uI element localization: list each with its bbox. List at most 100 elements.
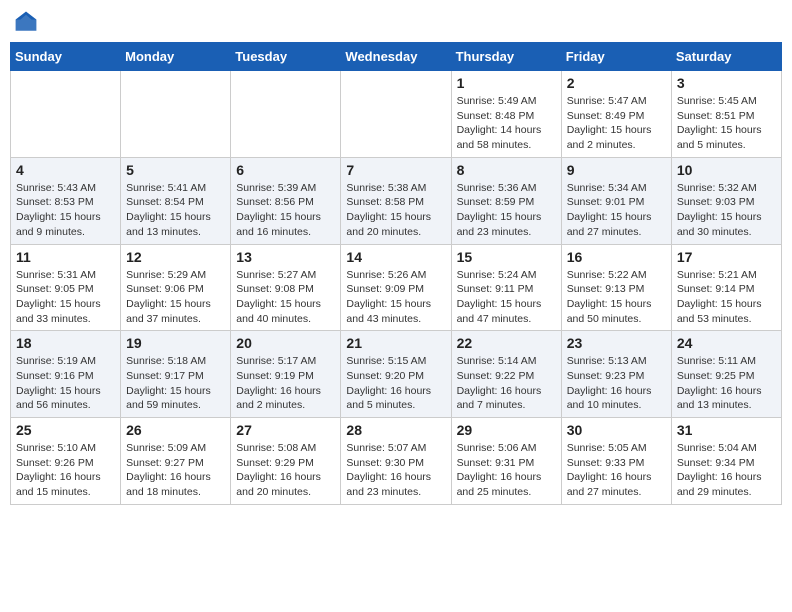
day-info: Sunrise: 5:39 AMSunset: 8:56 PMDaylight:… [236,181,335,240]
day-info: Sunrise: 5:29 AMSunset: 9:06 PMDaylight:… [126,268,225,327]
day-info: Sunrise: 5:21 AMSunset: 9:14 PMDaylight:… [677,268,776,327]
day-info: Sunrise: 5:15 AMSunset: 9:20 PMDaylight:… [346,354,445,413]
calendar-week-row: 1 Sunrise: 5:49 AMSunset: 8:48 PMDaylight… [11,71,782,158]
calendar-cell: 4 Sunrise: 5:43 AMSunset: 8:53 PMDaylight… [11,157,121,244]
calendar-cell: 18 Sunrise: 5:19 AMSunset: 9:16 PMDayligh… [11,331,121,418]
calendar-cell: 17 Sunrise: 5:21 AMSunset: 9:14 PMDayligh… [671,244,781,331]
calendar-cell: 8 Sunrise: 5:36 AMSunset: 8:59 PMDaylight… [451,157,561,244]
day-number: 30 [567,422,666,438]
day-info: Sunrise: 5:17 AMSunset: 9:19 PMDaylight:… [236,354,335,413]
day-number: 6 [236,162,335,178]
day-info: Sunrise: 5:09 AMSunset: 9:27 PMDaylight:… [126,441,225,500]
day-number: 12 [126,249,225,265]
day-number: 25 [16,422,115,438]
day-number: 1 [457,75,556,91]
calendar-cell: 14 Sunrise: 5:26 AMSunset: 9:09 PMDayligh… [341,244,451,331]
logo [14,10,46,34]
calendar-cell: 1 Sunrise: 5:49 AMSunset: 8:48 PMDaylight… [451,71,561,158]
day-info: Sunrise: 5:43 AMSunset: 8:53 PMDaylight:… [16,181,115,240]
day-number: 2 [567,75,666,91]
weekday-header: Friday [561,43,671,71]
day-number: 15 [457,249,556,265]
day-number: 18 [16,335,115,351]
calendar-cell: 15 Sunrise: 5:24 AMSunset: 9:11 PMDayligh… [451,244,561,331]
page-header [10,10,782,34]
day-info: Sunrise: 5:49 AMSunset: 8:48 PMDaylight:… [457,94,556,153]
calendar-cell: 2Sunrise: 5:47 AMSunset: 8:49 PMDaylight… [561,71,671,158]
day-info: Sunrise: 5:05 AMSunset: 9:33 PMDaylight:… [567,441,666,500]
day-info: Sunrise: 5:26 AMSunset: 9:09 PMDaylight:… [346,268,445,327]
day-info: Sunrise: 5:08 AMSunset: 9:29 PMDaylight:… [236,441,335,500]
calendar-cell: 31 Sunrise: 5:04 AMSunset: 9:34 PMDayligh… [671,418,781,505]
weekday-header: Sunday [11,43,121,71]
calendar-week-row: 4 Sunrise: 5:43 AMSunset: 8:53 PMDaylight… [11,157,782,244]
day-number: 14 [346,249,445,265]
calendar-cell: 29 Sunrise: 5:06 AMSunset: 9:31 PMDayligh… [451,418,561,505]
day-number: 9 [567,162,666,178]
day-info: Sunrise: 5:24 AMSunset: 9:11 PMDaylight:… [457,268,556,327]
calendar-cell: 22 Sunrise: 5:14 AMSunset: 9:22 PMDayligh… [451,331,561,418]
day-info: Sunrise: 5:36 AMSunset: 8:59 PMDaylight:… [457,181,556,240]
day-number: 27 [236,422,335,438]
calendar-cell: 10Sunrise: 5:32 AMSunset: 9:03 PMDayligh… [671,157,781,244]
day-number: 16 [567,249,666,265]
day-number: 31 [677,422,776,438]
calendar-cell: 20 Sunrise: 5:17 AMSunset: 9:19 PMDayligh… [231,331,341,418]
day-info: Sunrise: 5:41 AMSunset: 8:54 PMDaylight:… [126,181,225,240]
day-info: Sunrise: 5:32 AMSunset: 9:03 PMDaylight:… [677,181,776,240]
day-number: 17 [677,249,776,265]
day-number: 23 [567,335,666,351]
day-number: 19 [126,335,225,351]
day-number: 13 [236,249,335,265]
calendar-cell: 27 Sunrise: 5:08 AMSunset: 9:29 PMDayligh… [231,418,341,505]
weekday-header: Thursday [451,43,561,71]
calendar-week-row: 25 Sunrise: 5:10 AMSunset: 9:26 PMDayligh… [11,418,782,505]
day-info: Sunrise: 5:19 AMSunset: 9:16 PMDaylight:… [16,354,115,413]
calendar-cell: 23 Sunrise: 5:13 AMSunset: 9:23 PMDayligh… [561,331,671,418]
calendar-cell: 24Sunrise: 5:11 AMSunset: 9:25 PMDayligh… [671,331,781,418]
calendar-cell: 5 Sunrise: 5:41 AMSunset: 8:54 PMDaylight… [121,157,231,244]
logo-icon [14,10,38,34]
weekday-header-row: SundayMondayTuesdayWednesdayThursdayFrid… [11,43,782,71]
calendar-cell [121,71,231,158]
day-number: 11 [16,249,115,265]
calendar-cell: 25 Sunrise: 5:10 AMSunset: 9:26 PMDayligh… [11,418,121,505]
day-number: 4 [16,162,115,178]
calendar-cell: 6 Sunrise: 5:39 AMSunset: 8:56 PMDaylight… [231,157,341,244]
day-number: 28 [346,422,445,438]
day-info: Sunrise: 5:10 AMSunset: 9:26 PMDaylight:… [16,441,115,500]
day-number: 7 [346,162,445,178]
weekday-header: Monday [121,43,231,71]
day-info: Sunrise: 5:13 AMSunset: 9:23 PMDaylight:… [567,354,666,413]
weekday-header: Tuesday [231,43,341,71]
calendar-cell: 30 Sunrise: 5:05 AMSunset: 9:33 PMDayligh… [561,418,671,505]
calendar-week-row: 11 Sunrise: 5:31 AMSunset: 9:05 PMDayligh… [11,244,782,331]
day-info: Sunrise: 5:34 AMSunset: 9:01 PMDaylight:… [567,181,666,240]
day-number: 29 [457,422,556,438]
day-number: 8 [457,162,556,178]
weekday-header: Wednesday [341,43,451,71]
calendar-cell: 21 Sunrise: 5:15 AMSunset: 9:20 PMDayligh… [341,331,451,418]
calendar-cell: 19Sunrise: 5:18 AMSunset: 9:17 PMDayligh… [121,331,231,418]
day-number: 21 [346,335,445,351]
calendar-cell [11,71,121,158]
calendar-cell: 13Sunrise: 5:27 AMSunset: 9:08 PMDayligh… [231,244,341,331]
calendar-table: SundayMondayTuesdayWednesdayThursdayFrid… [10,42,782,505]
calendar-week-row: 18 Sunrise: 5:19 AMSunset: 9:16 PMDayligh… [11,331,782,418]
calendar-cell [341,71,451,158]
calendar-cell: 28Sunrise: 5:07 AMSunset: 9:30 PMDayligh… [341,418,451,505]
day-info: Sunrise: 5:38 AMSunset: 8:58 PMDaylight:… [346,181,445,240]
day-info: Sunrise: 5:04 AMSunset: 9:34 PMDaylight:… [677,441,776,500]
day-info: Sunrise: 5:31 AMSunset: 9:05 PMDaylight:… [16,268,115,327]
day-number: 22 [457,335,556,351]
calendar-cell: 9 Sunrise: 5:34 AMSunset: 9:01 PMDaylight… [561,157,671,244]
day-number: 5 [126,162,225,178]
day-info: Sunrise: 5:06 AMSunset: 9:31 PMDaylight:… [457,441,556,500]
day-number: 26 [126,422,225,438]
day-info: Sunrise: 5:14 AMSunset: 9:22 PMDaylight:… [457,354,556,413]
day-number: 24 [677,335,776,351]
calendar-cell: 12 Sunrise: 5:29 AMSunset: 9:06 PMDayligh… [121,244,231,331]
day-number: 20 [236,335,335,351]
day-info: Sunrise: 5:22 AMSunset: 9:13 PMDaylight:… [567,268,666,327]
weekday-header: Saturday [671,43,781,71]
